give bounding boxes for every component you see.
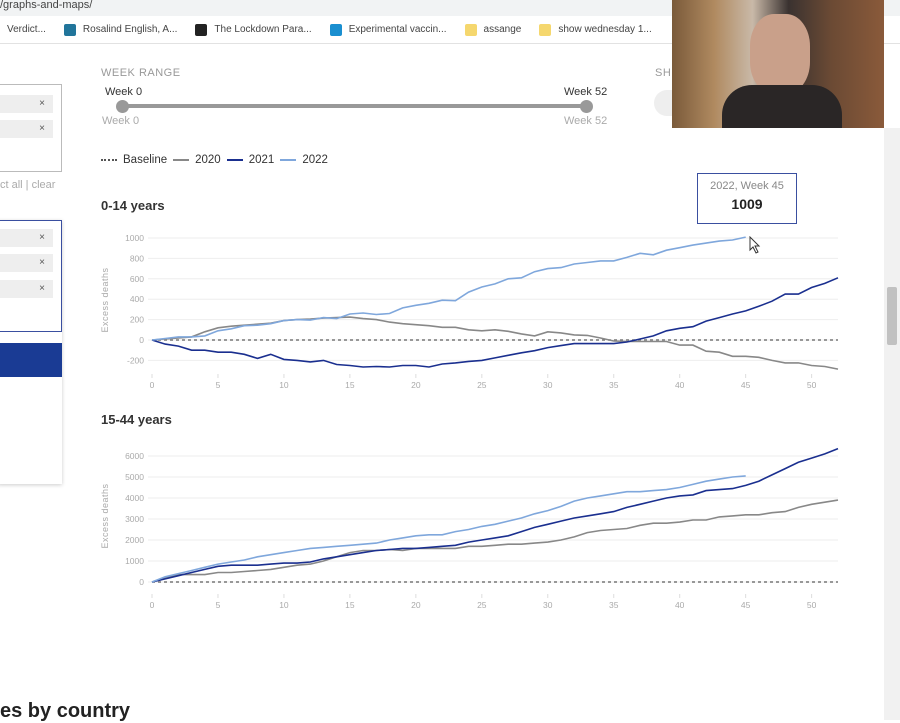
scrollbar-thumb[interactable]	[887, 287, 897, 345]
x-tick-label: 0	[150, 600, 155, 610]
tooltip-title: 2022, Week 45	[710, 180, 784, 192]
series-line-2022[interactable]	[151, 475, 746, 583]
y-tick-label: 2000	[125, 535, 144, 545]
y-tick-label: 3000	[125, 514, 144, 524]
webcam-body	[722, 85, 842, 128]
tooltip-value: 1009	[731, 196, 763, 212]
y-tick-label: 6000	[125, 451, 144, 461]
x-tick-label: 35	[609, 600, 619, 610]
x-tick-label: 25	[477, 600, 487, 610]
x-tick-label: 20	[411, 600, 421, 610]
mouse-cursor-icon	[749, 236, 761, 254]
y-tick-label: 0	[139, 577, 144, 587]
x-tick-label: 45	[741, 600, 751, 610]
y-tick-label: 5000	[125, 472, 144, 482]
x-tick-label: 15	[345, 600, 355, 610]
y-axis-label: Excess deaths	[100, 483, 110, 548]
x-tick-label: 10	[279, 600, 289, 610]
y-tick-label: 4000	[125, 493, 144, 503]
x-tick-label: 30	[543, 600, 553, 610]
x-tick-label: 5	[216, 600, 221, 610]
chart-tooltip: 2022, Week 45 1009	[697, 173, 797, 224]
series-line-2020[interactable]	[151, 499, 839, 583]
y-tick-label: 1000	[125, 556, 144, 566]
x-tick-label: 50	[807, 600, 817, 610]
x-tick-label: 40	[675, 600, 685, 610]
webcam-video-overlay	[672, 0, 884, 128]
page-scrollbar[interactable]	[884, 128, 900, 720]
webcam-face	[750, 14, 810, 94]
